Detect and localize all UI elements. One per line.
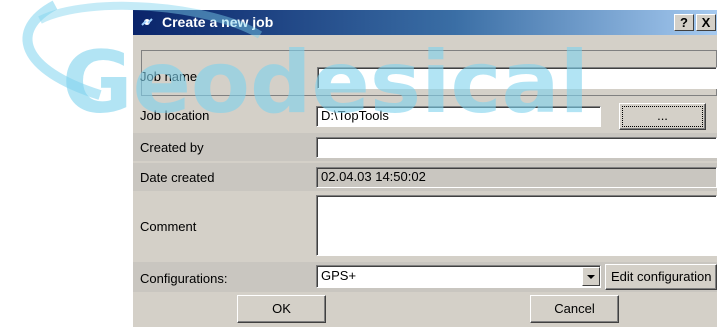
satellite-icon [141, 18, 153, 26]
ok-button[interactable]: OK [237, 295, 326, 323]
configurations-dropdown-button[interactable] [582, 267, 600, 286]
date-created-value: 02.04.03 14:50:02 [316, 167, 717, 188]
configurations-select[interactable]: GPS+ [316, 265, 601, 288]
browse-button[interactable]: ... [619, 103, 706, 130]
comment-label: Comment [140, 219, 197, 234]
dialog-title: Create a new job [162, 14, 274, 30]
created-by-label: Created by [140, 140, 204, 155]
dialog-titlebar[interactable]: Create a new job ? X [133, 10, 717, 35]
close-icon: X [701, 15, 711, 30]
job-location-input[interactable]: D:\TopTools [316, 106, 601, 127]
job-name-input[interactable] [317, 67, 717, 89]
close-button[interactable]: X [696, 14, 716, 31]
configurations-label: Configurations: [140, 271, 228, 286]
created-by-input[interactable] [316, 137, 717, 158]
cancel-button[interactable]: Cancel [530, 295, 619, 323]
job-location-label: Job location [140, 108, 210, 123]
chevron-down-icon [587, 275, 595, 279]
job-name-label: Job name [140, 69, 198, 84]
help-button[interactable]: ? [674, 14, 694, 31]
create-job-dialog: Create a new job ? X Job name Job locati… [133, 10, 717, 327]
edit-configuration-button[interactable]: Edit configuration [605, 264, 717, 290]
help-icon: ? [680, 15, 688, 30]
date-created-label: Date created [140, 170, 215, 185]
comment-textarea[interactable] [316, 195, 717, 256]
configurations-selected-value: GPS+ [321, 268, 357, 283]
